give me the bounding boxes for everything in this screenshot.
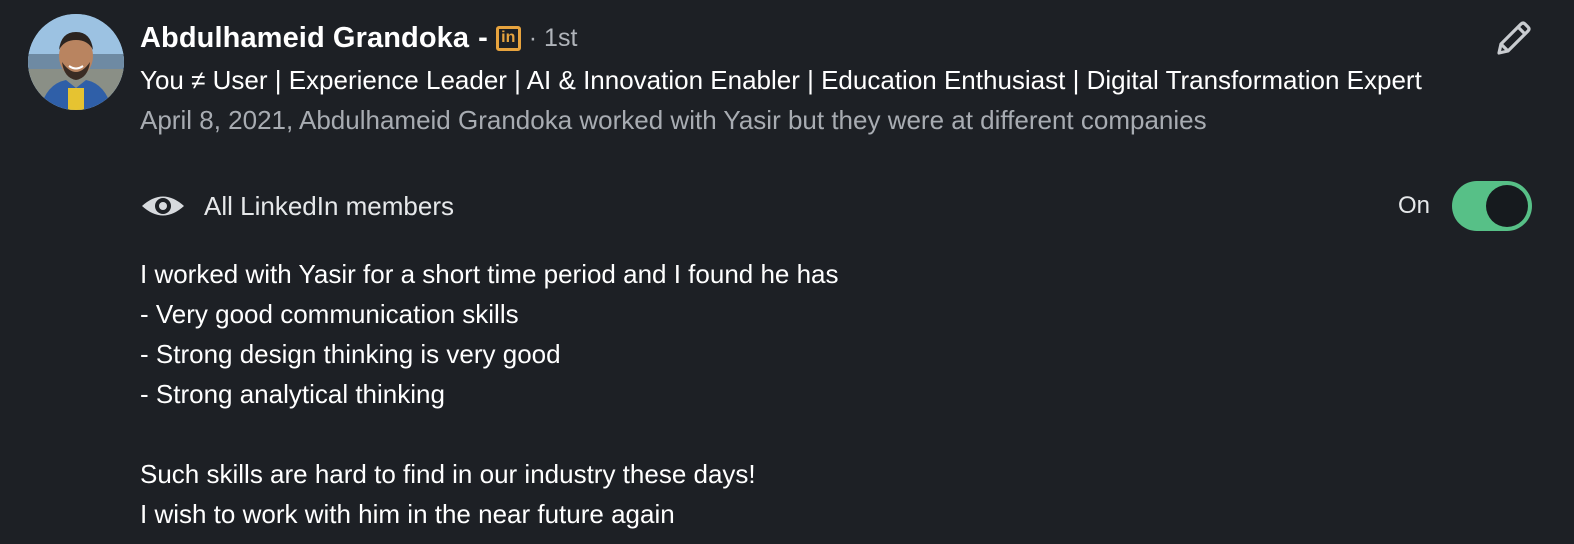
avatar-photo [28,14,124,110]
recommender-header: Abdulhameid Grandoka - in · 1st You ≠ Us… [140,18,1470,140]
connection-degree: · 1st [528,23,578,52]
visibility-toggle-group: On [1398,181,1532,231]
recommender-name[interactable]: Abdulhameid Grandoka [140,22,469,55]
name-separator: - [478,21,488,54]
linkedin-badge-icon: in [495,25,521,51]
recommendation-line: - Very good communication skills [140,299,519,329]
toggle-knob [1486,185,1528,227]
avatar[interactable] [28,14,124,110]
pencil-icon[interactable] [1490,16,1536,62]
visibility-label: All LinkedIn members [204,190,454,221]
recommendation-line: - Strong design thinking is very good [140,339,561,369]
recommendation-line [140,414,839,454]
recommendation-line: - Strong analytical thinking [140,379,445,409]
recommendation-line: Such skills are hard to find in our indu… [140,459,756,489]
name-row: Abdulhameid Grandoka - in · 1st [140,18,1470,58]
eye-icon [142,196,184,216]
toggle-state-label: On [1397,192,1430,219]
recommendation-text: I worked with Yasir for a short time per… [140,254,839,534]
visibility-row: All LinkedIn members [140,184,454,228]
recommendation-line: I wish to work with him in the near futu… [140,499,675,529]
recommendation-line: I worked with Yasir for a short time per… [140,259,839,289]
recommender-headline: You ≠ User | Experience Leader | AI & In… [140,65,1422,95]
visibility-toggle[interactable] [1452,181,1532,231]
relationship-text: April 8, 2021, Abdulhameid Grandoka work… [140,105,1207,135]
